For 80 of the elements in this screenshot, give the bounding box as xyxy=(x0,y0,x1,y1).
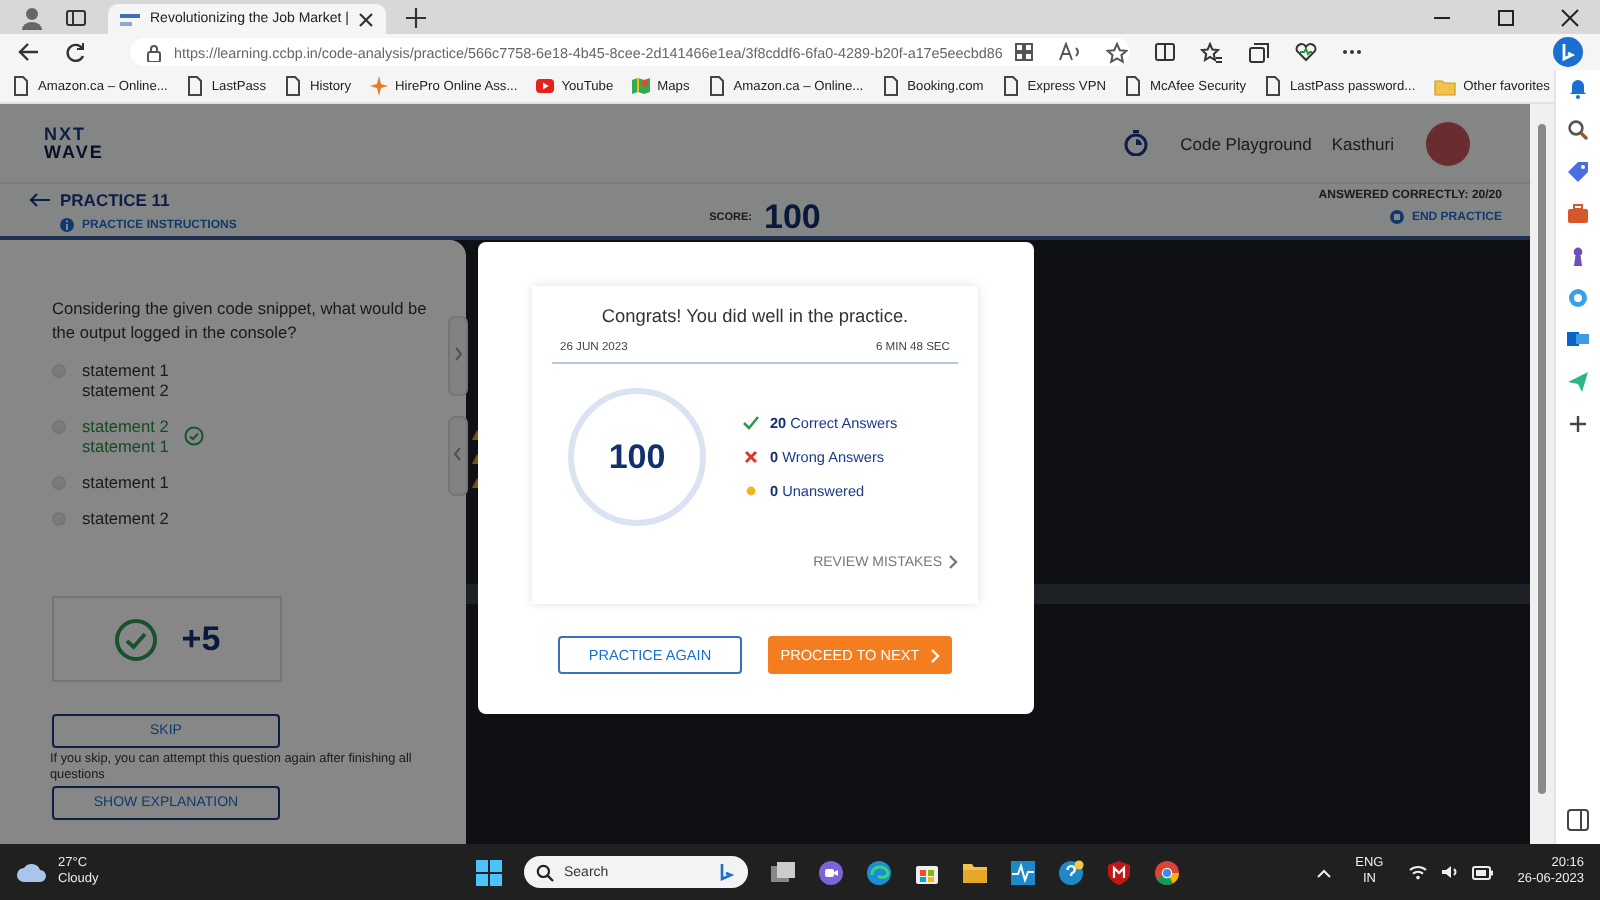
site-icon xyxy=(120,11,140,27)
chevron-right-icon xyxy=(948,554,958,570)
circle-icon[interactable] xyxy=(1566,286,1590,310)
stopwatch-icon[interactable] xyxy=(1124,130,1149,156)
score-ring: 100 xyxy=(568,388,706,526)
star-icon[interactable] xyxy=(1106,41,1129,63)
favorites-icon[interactable] xyxy=(1200,41,1224,63)
new-tab-icon[interactable] xyxy=(406,7,427,27)
back-arrow-icon[interactable] xyxy=(28,192,50,208)
play-icon xyxy=(535,76,554,96)
option-label[interactable]: statement 1 statement 2 xyxy=(82,360,169,400)
close-icon[interactable] xyxy=(1560,7,1580,27)
folder-icon[interactable] xyxy=(962,859,988,885)
scrollbar[interactable] xyxy=(1530,104,1554,844)
page-icon xyxy=(185,76,204,96)
option-label[interactable]: statement 2 xyxy=(82,508,169,528)
briefcase-icon[interactable] xyxy=(1566,202,1590,226)
maximize-icon[interactable] xyxy=(1496,7,1516,27)
page-icon xyxy=(12,76,30,96)
scroll-thumb[interactable] xyxy=(1538,124,1546,794)
map-icon xyxy=(631,76,650,96)
profile-icon[interactable] xyxy=(20,5,44,29)
collections-icon[interactable] xyxy=(1248,41,1270,63)
browser-icon[interactable] xyxy=(866,859,892,885)
speaker-icon[interactable] xyxy=(1439,864,1460,880)
page-icon xyxy=(284,76,302,96)
option-label[interactable]: statement 1 xyxy=(82,472,169,492)
plus-icon[interactable] xyxy=(1566,412,1590,436)
check-icon xyxy=(742,414,760,432)
practice-title: PRACTICE 11 xyxy=(60,190,170,210)
chevron-up-icon[interactable] xyxy=(1315,867,1332,877)
check-circle-icon xyxy=(113,617,158,661)
dialog-title: Congrats! You did well in the practice. xyxy=(599,306,911,326)
avatar[interactable] xyxy=(1426,121,1470,165)
question-text: Considering the given code snippet, what would be the output logged in the console? xyxy=(52,296,429,344)
check-circle-icon xyxy=(184,426,205,446)
close-icon[interactable] xyxy=(358,11,375,27)
lock-icon xyxy=(146,43,162,61)
page-icon xyxy=(1001,76,1020,96)
code-playground-link[interactable]: Code Playground xyxy=(1180,133,1312,153)
battery-icon[interactable] xyxy=(1471,865,1494,879)
more-icon[interactable] xyxy=(1342,48,1362,56)
read-aloud-icon[interactable] xyxy=(1058,41,1083,61)
logo[interactable]: NXT WAVE xyxy=(44,125,104,161)
sidebar-settings-icon[interactable] xyxy=(1566,808,1590,832)
user-name: Kasthuri xyxy=(1331,133,1394,153)
page-icon xyxy=(707,76,726,96)
chrome-icon[interactable] xyxy=(1154,859,1180,885)
chevron-right-icon xyxy=(929,647,940,663)
info-icon xyxy=(60,218,74,232)
paper-plane-icon[interactable] xyxy=(1566,370,1590,394)
page-icon xyxy=(1123,76,1142,96)
tag-icon[interactable] xyxy=(1566,160,1590,184)
page-icon xyxy=(881,76,900,96)
heartbeat-icon[interactable] xyxy=(1294,42,1318,62)
shield-icon[interactable] xyxy=(1106,859,1132,885)
pulse-app-icon[interactable] xyxy=(1010,859,1036,885)
star-icon xyxy=(369,76,388,96)
cloud-icon xyxy=(16,862,48,882)
search-icon[interactable] xyxy=(1566,118,1590,142)
back-icon[interactable] xyxy=(16,42,40,62)
tab-actions-icon[interactable] xyxy=(64,5,88,29)
task-view-icon[interactable] xyxy=(770,859,796,885)
bell-icon[interactable] xyxy=(1566,76,1590,100)
folder-icon xyxy=(1433,77,1456,95)
grid-icon[interactable] xyxy=(1014,41,1035,61)
help-icon[interactable] xyxy=(1058,859,1084,885)
stop-icon xyxy=(1389,210,1404,224)
video-chat-icon[interactable] xyxy=(818,859,844,885)
dot-icon xyxy=(742,482,760,500)
wifi-icon[interactable] xyxy=(1407,864,1428,880)
windows-logo-icon[interactable] xyxy=(476,859,502,885)
split-screen-icon[interactable] xyxy=(1154,42,1176,62)
page-icon xyxy=(1264,76,1282,96)
cross-icon xyxy=(742,448,760,466)
points-text: +5 xyxy=(181,619,221,659)
search-icon xyxy=(536,863,554,881)
refresh-icon[interactable] xyxy=(64,41,86,63)
score-value: 100 xyxy=(764,198,821,238)
mail-icon[interactable] xyxy=(1566,328,1590,352)
